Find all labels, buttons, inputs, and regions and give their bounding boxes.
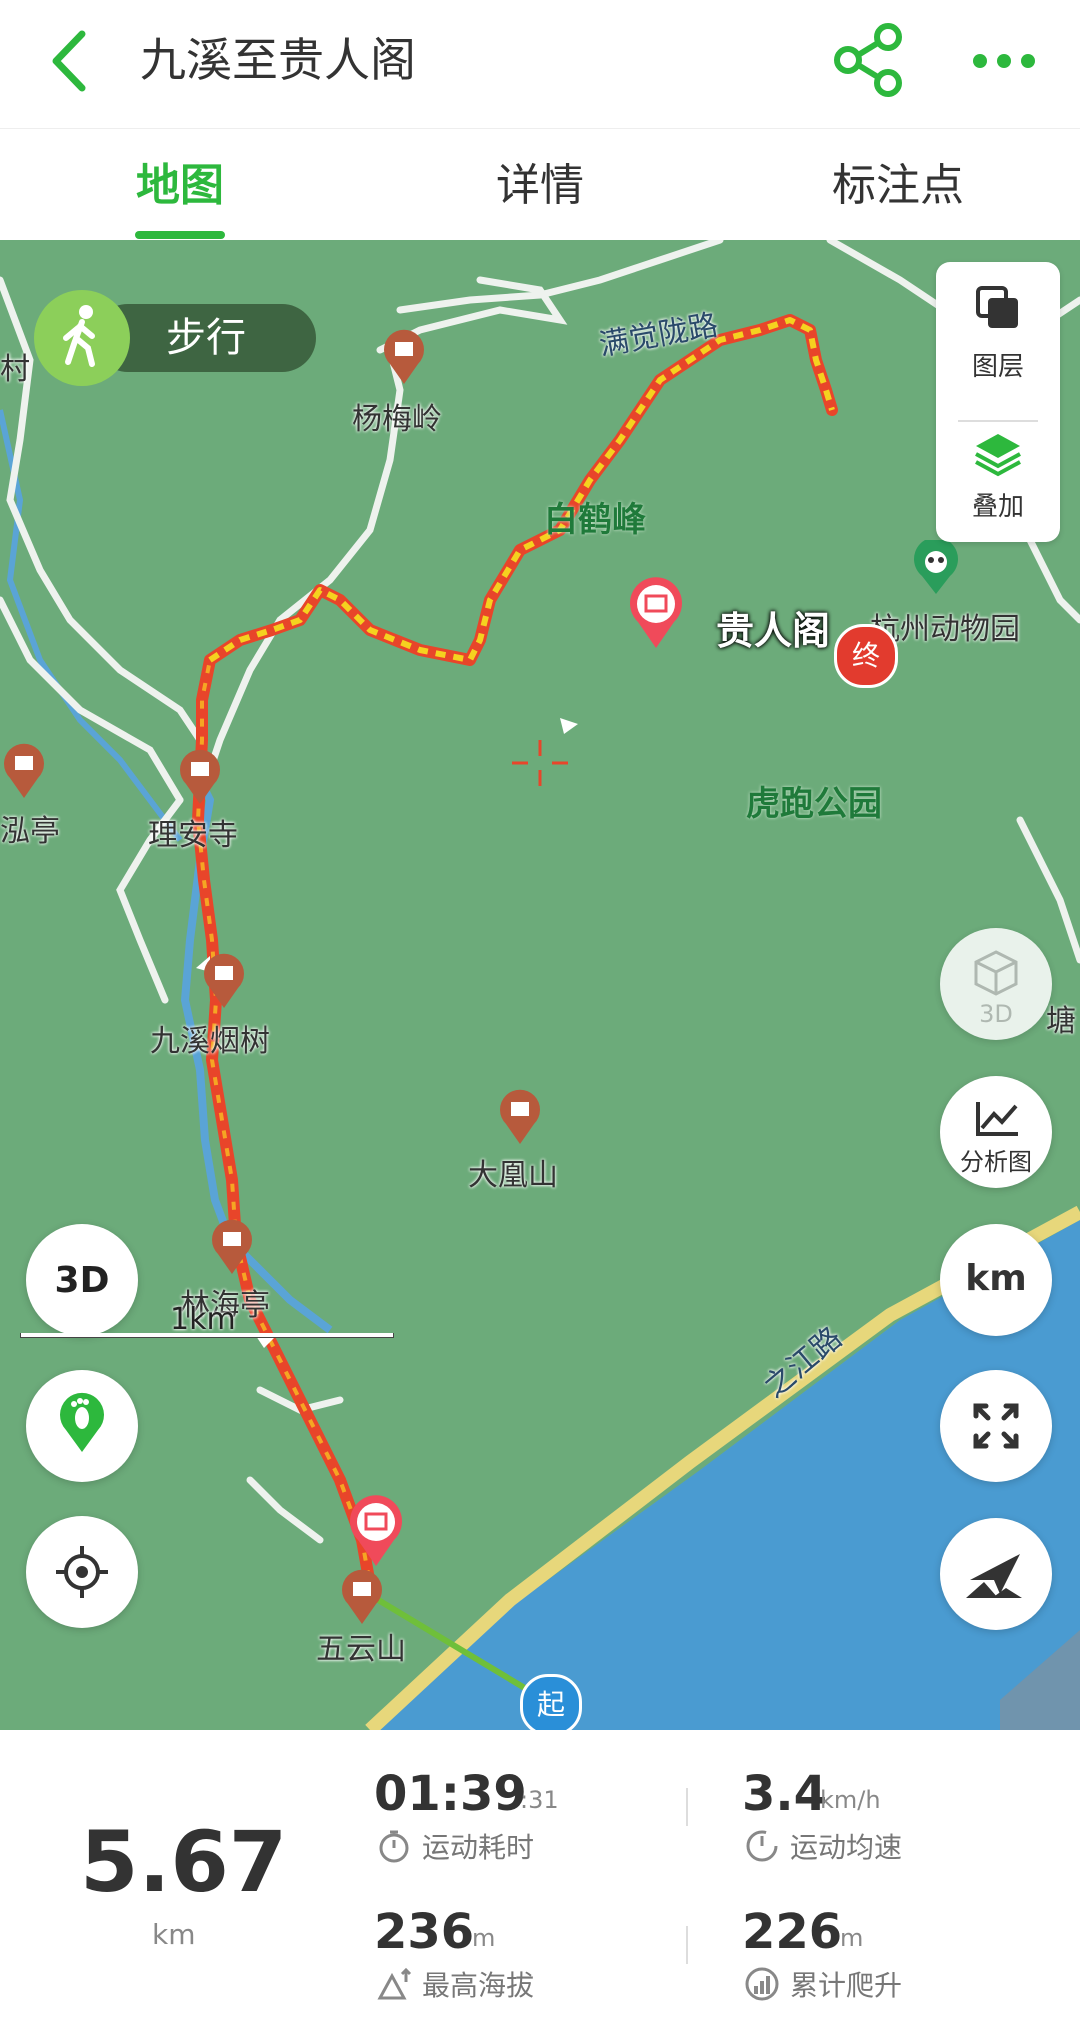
- expand-arrows-icon: [973, 1403, 1019, 1449]
- back-button[interactable]: [40, 26, 110, 96]
- tab-details[interactable]: 详情: [496, 159, 584, 213]
- avg-speed-value: 3.4: [742, 1766, 828, 1822]
- avg-speed-unit: km/h: [820, 1786, 881, 1814]
- page-title: 九溪至贵人阁: [140, 33, 416, 87]
- max-altitude-unit: m: [472, 1924, 496, 1952]
- share-button[interactable]: [828, 20, 908, 100]
- panda-pin-icon: [914, 540, 958, 594]
- footprint-button[interactable]: [26, 1370, 138, 1482]
- more-dots-icon: [973, 54, 1035, 68]
- layer-panel: 图层 叠加: [936, 262, 1060, 542]
- total-climb-unit: m: [840, 1924, 864, 1952]
- start-marker[interactable]: 起: [520, 1674, 582, 1730]
- max-altitude-value: 236: [374, 1904, 475, 1960]
- crosshair-locate-icon: [56, 1546, 108, 1598]
- duration-seconds: :31: [520, 1786, 559, 1814]
- area-label-baihefeng: 白鹤峰: [544, 500, 646, 540]
- walking-icon-circle: [34, 290, 130, 386]
- 3d-label: 3D: [979, 1000, 1013, 1028]
- area-label-hupao-park: 虎跑公园: [746, 784, 882, 824]
- overlay-stack-icon: [975, 434, 1021, 477]
- footprint-pin-icon: [60, 1392, 105, 1452]
- total-climb-label: 累计爬升: [790, 1969, 903, 2002]
- walking-person-icon: [63, 305, 95, 367]
- temple-pin-icon: [180, 749, 220, 804]
- km-marker-button[interactable]: km: [940, 1224, 1052, 1336]
- temple-pin-icon: [204, 953, 244, 1008]
- total-distance-unit: km: [152, 1918, 196, 1951]
- 3d-view-button[interactable]: 3D: [940, 928, 1052, 1040]
- more-options-button[interactable]: [970, 36, 1040, 86]
- locate-me-button[interactable]: [26, 1516, 138, 1628]
- destination-label: 贵人阁: [716, 609, 831, 653]
- photo-pin-icon[interactable]: [626, 576, 686, 650]
- scale-label: 1km: [170, 1302, 236, 1337]
- temple-pin-icon: [500, 1089, 540, 1144]
- place-label-wuyunshan: 五云山: [316, 1632, 406, 1667]
- place-label-cun: 村: [0, 352, 30, 387]
- climb-bars-icon: [745, 1967, 779, 2001]
- layers-button[interactable]: 图层: [936, 262, 1060, 412]
- total-distance-value: 5.67: [80, 1813, 288, 1911]
- map-view[interactable]: 杨梅岭 理安寺 九溪烟树 大凰山 林海亭 五云山 泓亭 村 杭州动物园 塘 白鹤…: [0, 240, 1080, 1730]
- stats-divider: [686, 1926, 688, 1964]
- overlay-button[interactable]: 叠加: [936, 424, 1060, 542]
- temple-pin-icon: [384, 329, 424, 384]
- end-marker[interactable]: 终: [834, 624, 898, 688]
- temple-pin-icon: [4, 743, 45, 798]
- place-label-hongting: 泓亭: [0, 814, 60, 849]
- photo-pin-icon[interactable]: [346, 1494, 406, 1568]
- km-label: km: [965, 1258, 1027, 1299]
- paper-plane-mountain-icon: [966, 1554, 1022, 1598]
- avg-speed-label: 运动均速: [790, 1831, 903, 1864]
- layers-label: 图层: [971, 352, 1024, 382]
- place-label-yangmeiling: 杨梅岭: [352, 402, 442, 437]
- place-label-liansi: 理安寺: [148, 818, 238, 853]
- tab-waypoints[interactable]: 标注点: [832, 159, 964, 213]
- activity-mode-label: 步行: [166, 315, 246, 361]
- duration-value: 01:39: [374, 1766, 527, 1822]
- active-tab-indicator: [135, 231, 225, 239]
- app-header: 九溪至贵人阁: [0, 0, 1080, 128]
- overlay-label: 叠加: [971, 492, 1024, 522]
- analysis-chart-button[interactable]: 分析图: [940, 1076, 1052, 1188]
- speedometer-icon: [746, 1830, 778, 1862]
- duration-label: 运动耗时: [422, 1831, 535, 1864]
- back-arrow-icon: [52, 30, 86, 92]
- temple-pin-icon: [342, 1569, 382, 1624]
- activity-mode-pill[interactable]: 步行: [34, 290, 316, 386]
- stats-panel: 5.67 km 01:39 :31 运动耗时 3.4 km/h 运动均速 236…: [0, 1730, 1080, 2029]
- mountain-peak-icon: [377, 1967, 412, 2000]
- map-base-layer: [0, 240, 1080, 1730]
- place-label-dahuangshan: 大凰山: [468, 1158, 558, 1193]
- stopwatch-icon: [379, 1830, 409, 1863]
- place-label-jiuxi-yanshu: 九溪烟树: [150, 1024, 270, 1059]
- fullscreen-button[interactable]: [940, 1370, 1052, 1482]
- tab-bar: 地图 详情 标注点: [0, 128, 1080, 241]
- stats-divider: [686, 1788, 688, 1826]
- fly-over-button[interactable]: [940, 1518, 1052, 1630]
- analysis-label: 分析图: [960, 1148, 1032, 1176]
- temple-pin-icon: [212, 1219, 252, 1274]
- map-scale-bar: 1km: [20, 1302, 396, 1342]
- share-icon: [834, 23, 902, 97]
- svg-text:3D: 3D: [55, 1260, 110, 1301]
- tab-map[interactable]: 地图: [136, 159, 224, 213]
- total-climb-value: 226: [742, 1904, 843, 1960]
- max-altitude-label: 最高海拔: [422, 1969, 535, 2002]
- layers-icon: [976, 286, 1018, 328]
- layer-panel-divider: [958, 420, 1038, 422]
